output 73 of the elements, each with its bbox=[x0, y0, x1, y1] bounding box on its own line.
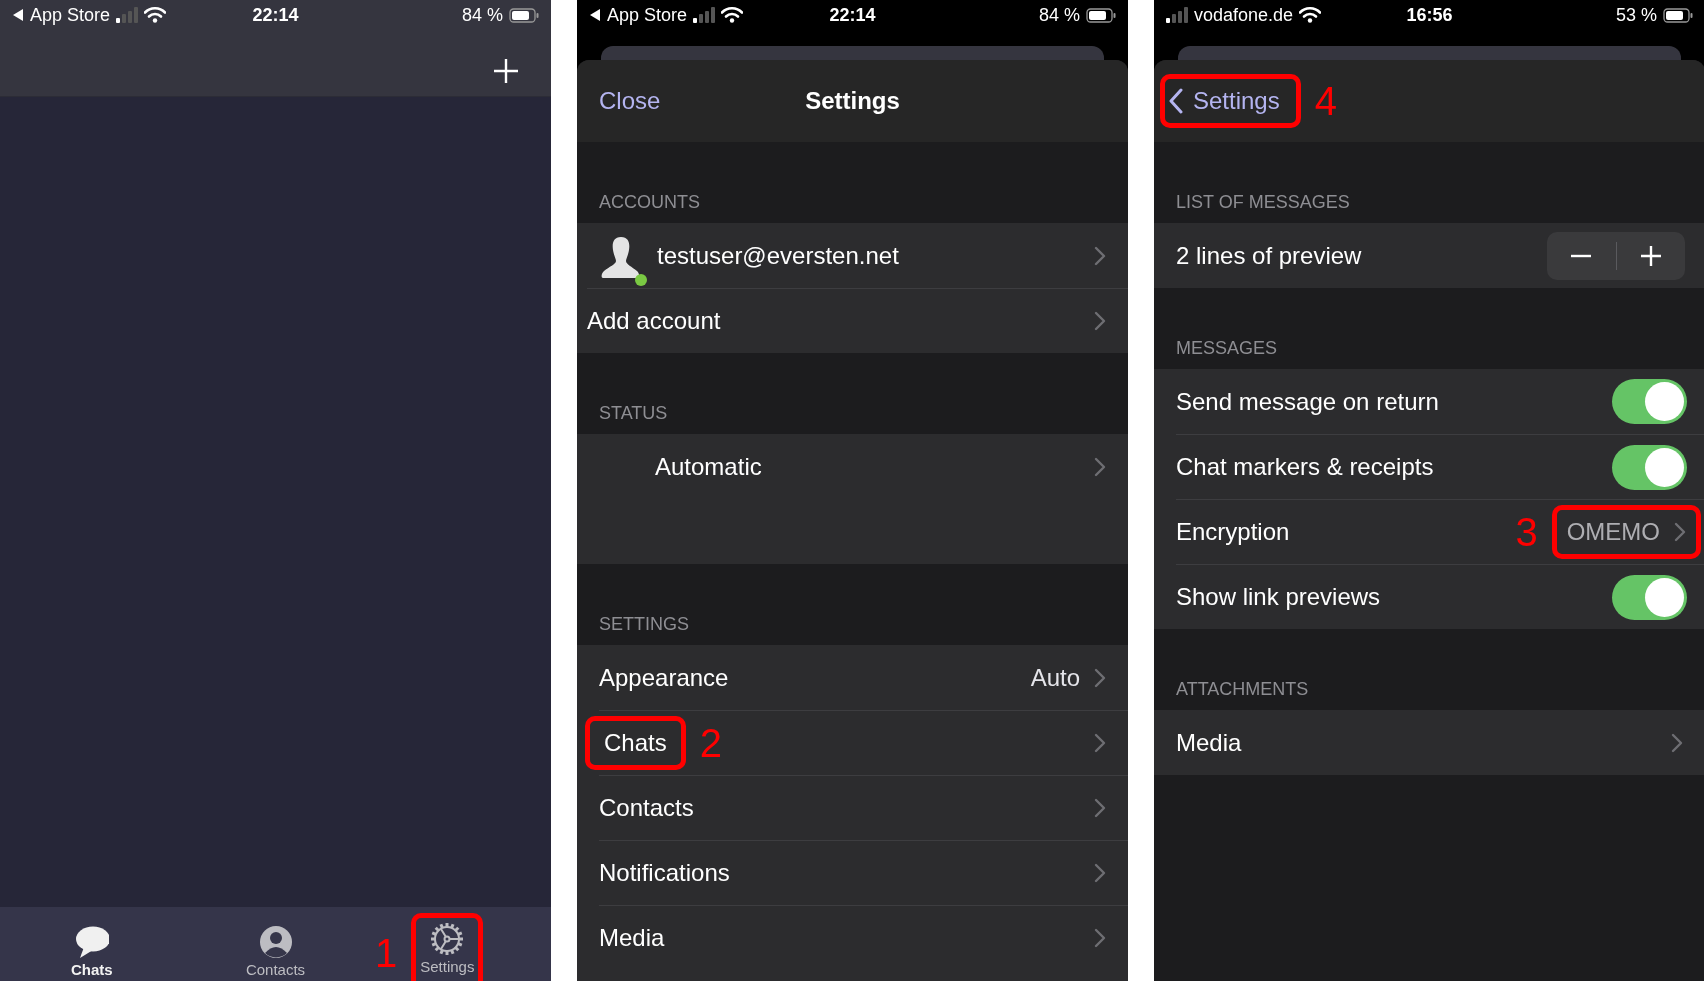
wifi-icon bbox=[1299, 7, 1322, 23]
toggle-switch[interactable] bbox=[1612, 574, 1687, 620]
row-label: Automatic bbox=[654, 452, 763, 481]
row-label: Show link previews bbox=[1176, 583, 1382, 611]
battery-icon bbox=[509, 7, 539, 23]
signal-icon bbox=[116, 7, 139, 23]
row-label: Encryption bbox=[1176, 518, 1291, 546]
back-chevron-icon bbox=[1169, 88, 1183, 114]
back-button[interactable]: Settings bbox=[1169, 87, 1280, 115]
chevron-icon bbox=[1094, 863, 1106, 883]
chevron-icon bbox=[1094, 928, 1106, 948]
callout-number: 1 bbox=[374, 932, 398, 973]
person-icon bbox=[258, 925, 293, 959]
row-label: Contacts bbox=[599, 794, 695, 822]
section-header: STATUS bbox=[598, 402, 669, 425]
callout-number: 2 bbox=[699, 723, 722, 763]
row-label: Appearance bbox=[599, 663, 730, 692]
battery-percent: 84 % bbox=[461, 4, 503, 26]
chevron-icon bbox=[1671, 732, 1683, 753]
row-label: Media bbox=[599, 924, 666, 952]
back-triangle-icon bbox=[589, 8, 601, 22]
row-label: Chat markers & receipts bbox=[1176, 453, 1435, 481]
plus-icon bbox=[493, 58, 519, 84]
chevron-icon bbox=[1094, 311, 1106, 331]
settings-icon bbox=[430, 922, 465, 956]
toggle-switch[interactable] bbox=[1612, 444, 1687, 490]
clock-time: 22:14 bbox=[252, 4, 299, 26]
speech-bubble-icon bbox=[74, 925, 109, 959]
row-label: Notifications bbox=[599, 859, 731, 887]
row-label: testuser@eversten.net bbox=[656, 241, 900, 270]
row-label: Send message on return bbox=[1176, 387, 1440, 416]
chevron-icon bbox=[1674, 522, 1686, 542]
back-app-label[interactable]: App Store bbox=[607, 4, 688, 26]
chevron-icon bbox=[1094, 245, 1106, 266]
section-header: ATTACHMENTS bbox=[1175, 678, 1310, 701]
chevron-icon bbox=[1094, 456, 1106, 477]
row-label: 2 lines of preview bbox=[1176, 241, 1363, 270]
plus-icon bbox=[1640, 245, 1661, 266]
chevron-icon bbox=[1094, 798, 1106, 818]
toggle-switch[interactable] bbox=[1612, 379, 1687, 424]
battery-icon bbox=[1086, 7, 1116, 23]
back-app-label[interactable]: App Store bbox=[30, 4, 111, 26]
row-label: Media bbox=[1176, 728, 1243, 757]
row-value: OMEMO bbox=[1566, 518, 1660, 546]
chevron-icon bbox=[1094, 667, 1106, 688]
row-value: Auto bbox=[1030, 663, 1080, 692]
back-triangle-icon bbox=[12, 8, 24, 22]
battery-icon bbox=[1663, 7, 1693, 23]
callout-number: 4 bbox=[1314, 81, 1337, 121]
tab-button[interactable]: Chats bbox=[71, 925, 113, 978]
row-label: Add account bbox=[587, 307, 722, 335]
tab-button[interactable]: Settings bbox=[420, 922, 475, 975]
minus-icon bbox=[1571, 253, 1592, 258]
section-header: ACCOUNTS bbox=[598, 191, 701, 214]
wifi-icon bbox=[721, 7, 744, 23]
signal-icon bbox=[1166, 7, 1188, 23]
battery-percent: 53 % bbox=[1615, 4, 1657, 26]
screen-title: Settings bbox=[805, 87, 900, 115]
section-header: LIST OF MESSAGES bbox=[1175, 191, 1351, 214]
clock-time: 16:56 bbox=[1406, 4, 1453, 26]
chevron-icon bbox=[1094, 733, 1106, 753]
add-button[interactable] bbox=[491, 56, 521, 86]
tab-button[interactable]: Contacts bbox=[245, 925, 306, 978]
carrier-label: vodafone.de bbox=[1194, 4, 1294, 26]
row-label: Chats bbox=[604, 729, 667, 757]
section-header: MESSAGES bbox=[1175, 337, 1279, 360]
battery-percent: 84 % bbox=[1038, 4, 1080, 26]
signal-icon bbox=[693, 7, 716, 23]
wifi-icon bbox=[144, 7, 167, 23]
close-button[interactable]: Close bbox=[599, 87, 661, 115]
callout-number: 3 bbox=[1515, 512, 1538, 552]
clock-time: 22:14 bbox=[829, 4, 876, 26]
section-header: SETTINGS bbox=[598, 613, 690, 636]
